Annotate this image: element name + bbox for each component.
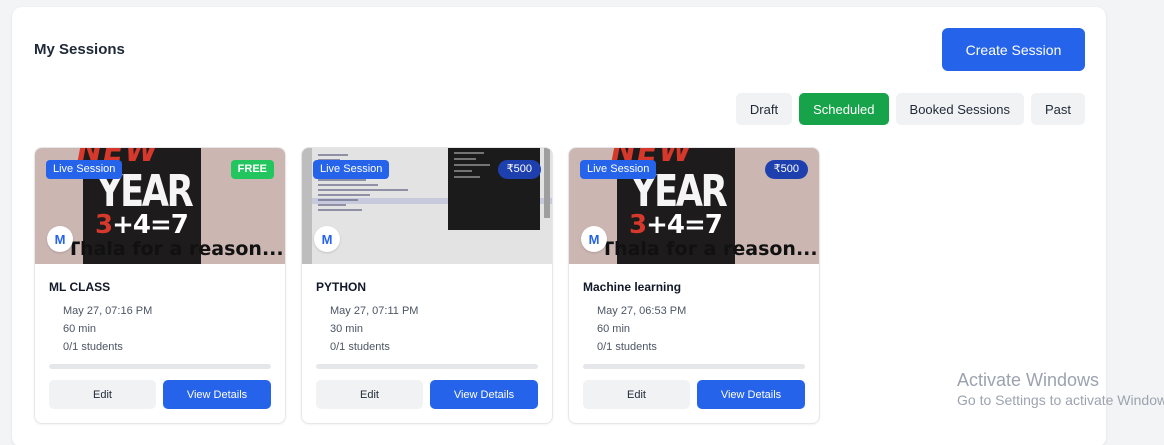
avatar: M	[314, 226, 340, 252]
session-title: ML CLASS	[49, 280, 111, 294]
filter-draft[interactable]: Draft	[735, 93, 793, 125]
session-duration: 60 min	[63, 323, 97, 335]
price-badge: ₹500	[497, 160, 541, 179]
edit-button[interactable]: Edit	[316, 380, 423, 409]
live-session-badge: Live Session	[46, 160, 123, 179]
price-badge: FREE	[230, 160, 274, 179]
session-thumbnail: NEW YEAR 3+4=7 Thala for a reason... Liv…	[569, 148, 819, 264]
code-line	[318, 184, 378, 186]
create-session-button[interactable]: Create Session	[942, 28, 1085, 71]
code-scrollbar	[544, 148, 550, 218]
filter-past[interactable]: Past	[1030, 93, 1085, 125]
price-badge: ₹500	[764, 160, 808, 179]
code-line	[318, 189, 408, 191]
sessions-panel: My Sessions Create Session Draft Schedul…	[12, 7, 1106, 445]
terminal-line	[454, 164, 490, 166]
booking-progress-bar	[316, 364, 538, 369]
thumbnail-equation-rest: +4=7	[646, 210, 723, 240]
thumbnail-tagline: Thala for a reason...	[601, 238, 818, 260]
session-title: Machine learning	[583, 280, 682, 294]
code-line	[318, 204, 346, 206]
page-title: My Sessions	[34, 41, 125, 58]
session-students: 0/1 students	[63, 341, 123, 353]
watermark-subtitle: Go to Settings to activate Windows.	[957, 392, 1164, 408]
edit-button[interactable]: Edit	[583, 380, 690, 409]
session-title: PYTHON	[316, 280, 367, 294]
session-date: May 27, 06:53 PM	[597, 305, 687, 317]
filter-booked-sessions[interactable]: Booked Sessions	[895, 93, 1024, 125]
avatar: M	[47, 226, 73, 252]
session-actions: Edit View Details	[316, 380, 538, 409]
session-actions: Edit View Details	[49, 380, 271, 409]
terminal-line	[454, 176, 480, 178]
code-editor-gutter	[302, 148, 312, 264]
view-details-button[interactable]: View Details	[163, 380, 271, 409]
session-date: May 27, 07:11 PM	[330, 305, 419, 317]
edit-button[interactable]: Edit	[49, 380, 156, 409]
code-line	[318, 209, 362, 211]
thumbnail-equation: 3+4=7	[629, 210, 723, 240]
session-card-list: NEW YEAR 3+4=7 Thala for a reason... Liv…	[34, 147, 820, 424]
view-details-button[interactable]: View Details	[697, 380, 805, 409]
session-students: 0/1 students	[597, 341, 657, 353]
thumbnail-equation-number: 3	[95, 210, 113, 240]
code-line	[318, 154, 348, 156]
session-actions: Edit View Details	[583, 380, 805, 409]
thumbnail-equation-rest: +4=7	[112, 210, 189, 240]
terminal-line	[454, 158, 476, 160]
session-duration: 60 min	[597, 323, 631, 335]
code-line	[318, 194, 370, 196]
session-date: May 27, 07:16 PM	[63, 305, 153, 317]
filter-scheduled[interactable]: Scheduled	[799, 93, 889, 125]
terminal-line	[454, 152, 484, 154]
watermark-title: Activate Windows	[957, 370, 1100, 390]
session-students: 0/1 students	[330, 341, 390, 353]
code-line	[318, 179, 366, 181]
thumbnail-tagline: Thala for a reason...	[67, 238, 284, 260]
view-details-button[interactable]: View Details	[430, 380, 538, 409]
session-filter-tabs: Draft Scheduled Booked Sessions Past	[735, 93, 1085, 125]
thumbnail-equation: 3+4=7	[95, 210, 189, 240]
code-line	[318, 199, 358, 201]
booking-progress-bar	[49, 364, 271, 369]
session-card[interactable]: Live Session ₹500 M PYTHON May 27, 07:11…	[301, 147, 553, 424]
session-card[interactable]: NEW YEAR 3+4=7 Thala for a reason... Liv…	[568, 147, 820, 424]
thumbnail-equation-number: 3	[629, 210, 647, 240]
booking-progress-bar	[583, 364, 805, 369]
avatar: M	[581, 226, 607, 252]
activate-windows-watermark: Activate Windows Go to Settings to activ…	[957, 370, 1164, 410]
session-thumbnail: Live Session ₹500 M	[302, 148, 552, 264]
session-card[interactable]: NEW YEAR 3+4=7 Thala for a reason... Liv…	[34, 147, 286, 424]
session-duration: 30 min	[330, 323, 364, 335]
live-session-badge: Live Session	[580, 160, 657, 179]
session-thumbnail: NEW YEAR 3+4=7 Thala for a reason... Liv…	[35, 148, 285, 264]
live-session-badge: Live Session	[313, 160, 390, 179]
terminal-line	[454, 170, 472, 172]
